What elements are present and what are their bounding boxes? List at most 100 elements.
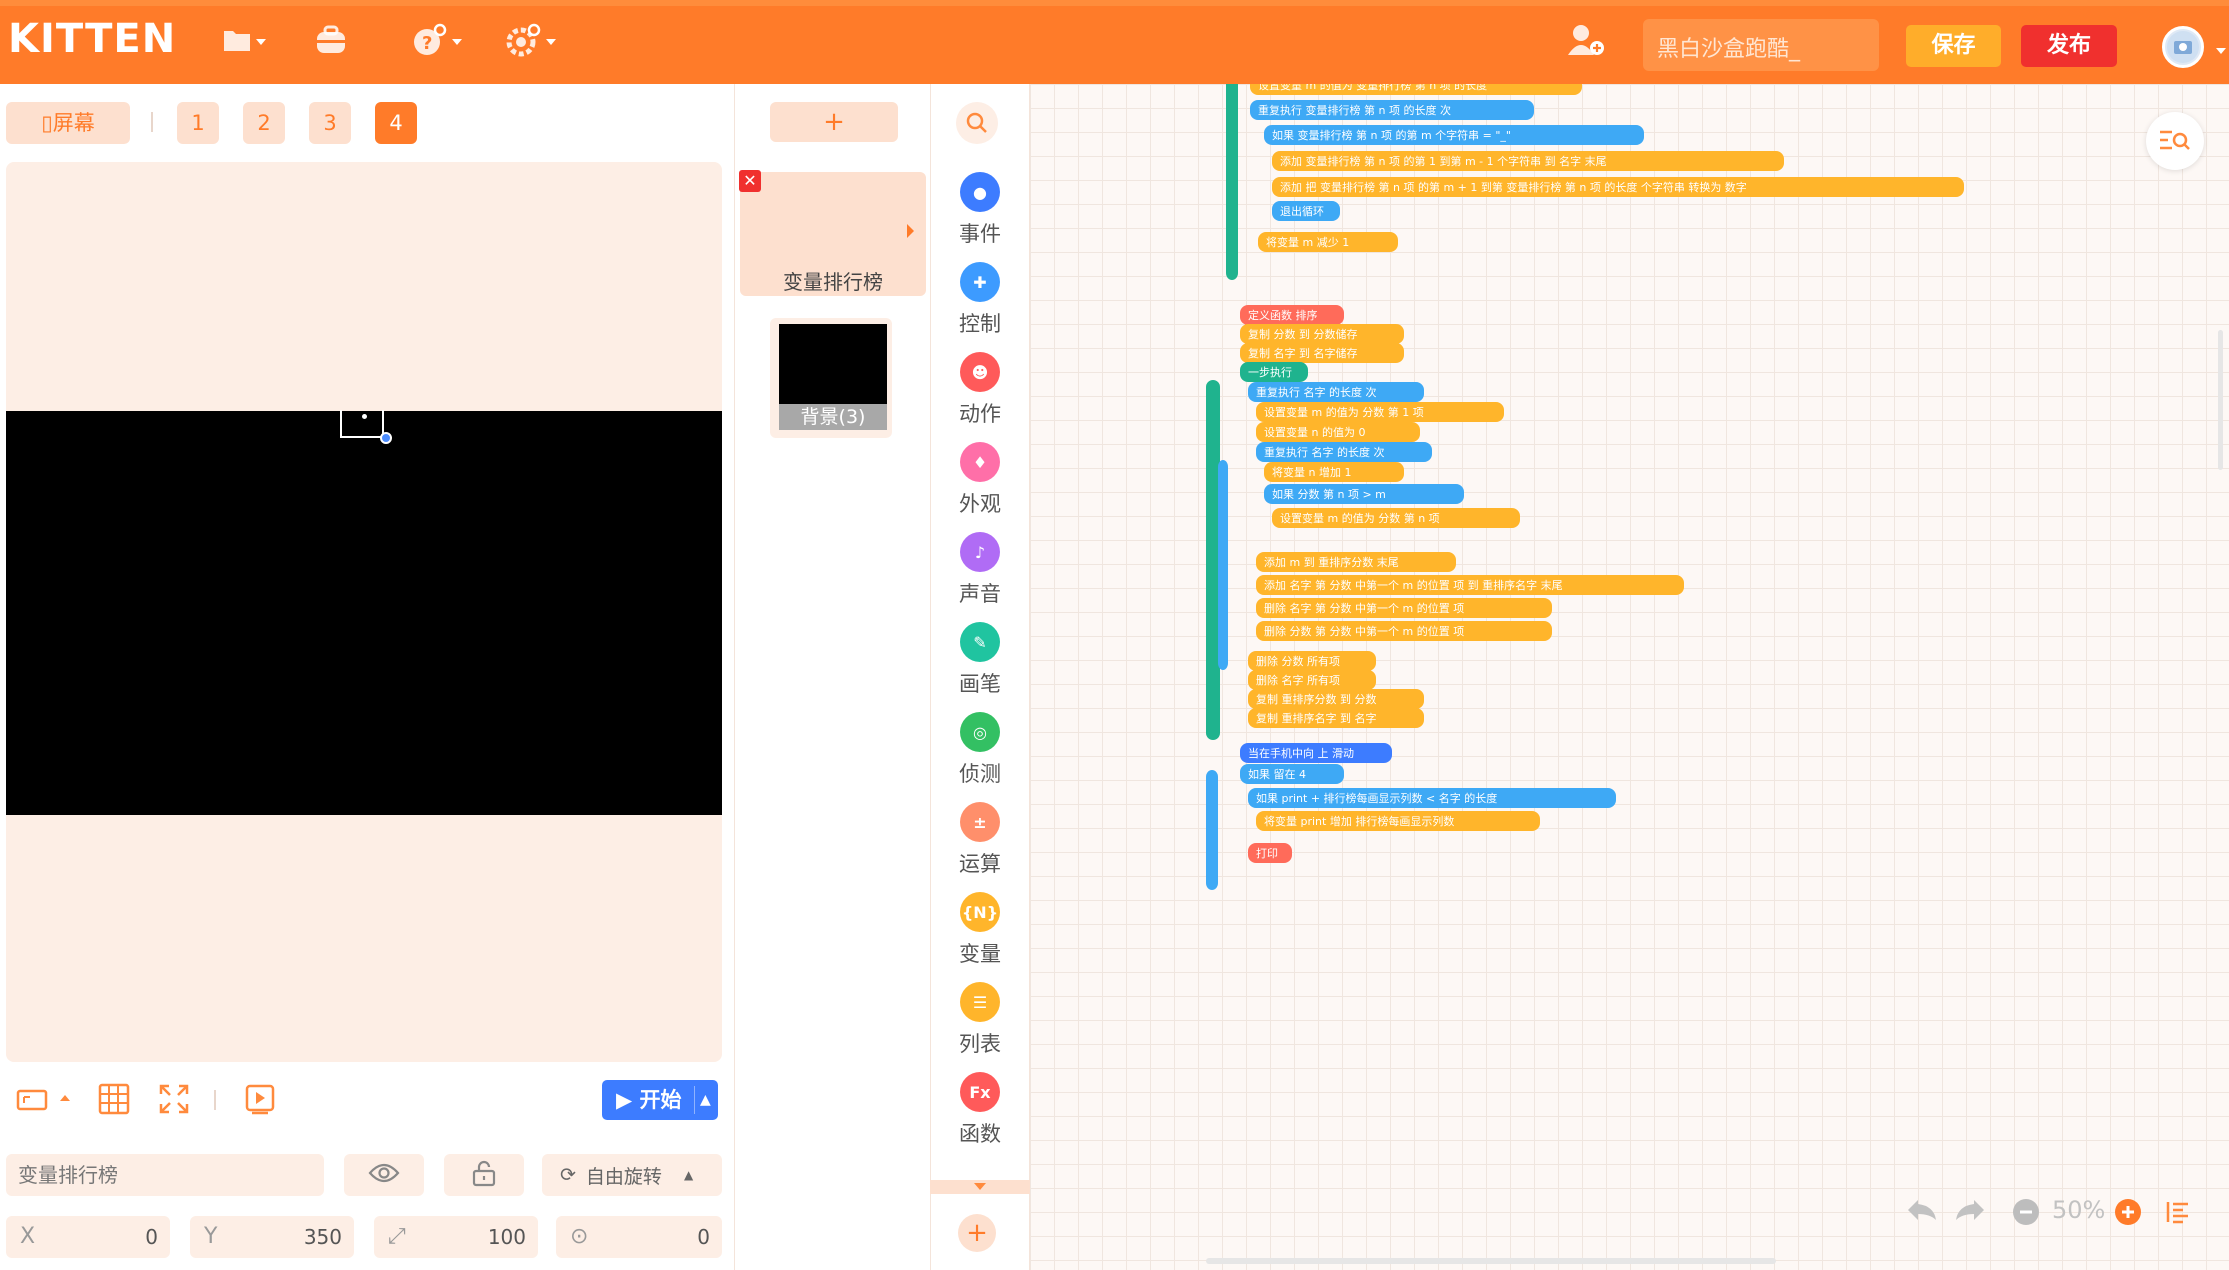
code-block[interactable]: 如果 变量排行榜 第 n 项 的第 m 个字符串 = "_" <box>1264 125 1644 145</box>
gamepad-icon: ✚ <box>960 262 1000 302</box>
size-field[interactable]: ⤢ 100 <box>374 1216 538 1258</box>
code-workspace[interactable]: 将变量 n 增加 1 设置变量 m 的值为 变量排行榜 第 n 项 的长度重复执行… <box>1030 84 2229 1270</box>
zoom-in-button[interactable] <box>2114 1198 2142 1230</box>
start-button[interactable]: ▶ 开始 ▲ <box>602 1080 718 1120</box>
code-block[interactable]: 一步执行 <box>1240 362 1308 382</box>
vertical-scrollbar[interactable] <box>2218 330 2223 470</box>
sprite-card[interactable]: ✕ 变量排行榜 <box>739 170 926 296</box>
save-button[interactable]: 保存 <box>1906 25 2001 67</box>
code-block[interactable]: 如果 分数 第 n 项 > m <box>1264 484 1464 504</box>
preview-button[interactable] <box>244 1083 276 1119</box>
code-block[interactable]: 设置变量 m 的值为 分数 第 n 项 <box>1272 508 1520 528</box>
code-block[interactable]: 复制 重排序名字 到 名字 <box>1248 708 1424 728</box>
category-list[interactable]: ☰ 列表 <box>930 982 1030 1058</box>
category-gamepad[interactable]: ✚ 控制 <box>930 262 1030 338</box>
code-block[interactable]: 删除 名字 第 分数 中第一个 m 的位置 项 <box>1256 598 1552 618</box>
add-extension-button[interactable]: + <box>958 1214 996 1252</box>
zoom-level: 50% <box>2052 1196 2106 1224</box>
code-block[interactable]: 删除 名字 所有项 <box>1248 670 1376 690</box>
x-field[interactable]: X 0 <box>6 1216 170 1258</box>
undo-button[interactable] <box>1906 1196 1938 1228</box>
category-function[interactable]: Fx 函数 <box>930 1072 1030 1148</box>
category-scroll-down[interactable] <box>930 1180 1030 1194</box>
block-text: 将变量 print 增加 排行榜每画显示列数 <box>1264 814 1454 828</box>
undo-icon <box>1908 1200 1936 1220</box>
code-block[interactable]: 重复执行 名字 的长度 次 <box>1256 442 1432 462</box>
category-ghost[interactable]: ☻ 动作 <box>930 352 1030 428</box>
arrange-blocks-button[interactable] <box>2164 1198 2192 1230</box>
screen-tab-3[interactable]: 3 <box>309 102 351 144</box>
category-pen[interactable]: ✎ 画笔 <box>930 622 1030 698</box>
chevron-right-icon[interactable] <box>907 224 914 238</box>
code-block[interactable]: 定义函数 排序 <box>1240 305 1344 325</box>
settings-menu-button[interactable] <box>506 20 556 60</box>
code-block[interactable]: 将变量 n 增加 1 <box>1264 462 1404 482</box>
project-name-input[interactable]: 黑白沙盒跑酷_ <box>1643 19 1879 71</box>
stage-size-button[interactable] <box>16 1083 72 1119</box>
visibility-toggle[interactable] <box>344 1154 424 1196</box>
lock-toggle[interactable] <box>444 1154 524 1196</box>
code-block[interactable]: 删除 分数 第 分数 中第一个 m 的位置 项 <box>1256 621 1552 641</box>
fullscreen-button[interactable] <box>158 1083 190 1119</box>
code-block[interactable]: 当在手机中向 上 滑动 <box>1240 743 1392 763</box>
code-block[interactable]: 设置变量 m 的值为 分数 第 1 项 <box>1256 402 1504 422</box>
category-var[interactable]: {N} 变量 <box>930 892 1030 968</box>
collaborate-button[interactable] <box>1566 20 1606 60</box>
code-block[interactable]: 重复执行 变量排行榜 第 n 项 的长度 次 <box>1250 100 1534 120</box>
delete-icon[interactable]: ✕ <box>739 170 761 192</box>
redo-button[interactable] <box>1954 1196 1986 1228</box>
code-block[interactable]: 如果 留在 4 <box>1240 764 1344 784</box>
code-block[interactable]: 添加 名字 第 分数 中第一个 m 的位置 项 到 重排序名字 末尾 <box>1256 575 1684 595</box>
chevron-down-icon[interactable] <box>2216 48 2226 54</box>
horizontal-scrollbar[interactable] <box>1206 1258 1776 1264</box>
help-menu-button[interactable]: ? <box>412 20 462 60</box>
add-sprite-button[interactable]: + <box>770 102 898 142</box>
block-script-canvas[interactable]: 将变量 n 增加 1 设置变量 m 的值为 变量排行榜 第 n 项 的长度重复执行… <box>1030 84 2229 1270</box>
code-search-button[interactable] <box>2146 112 2204 170</box>
screen-toggle-button[interactable]: ▯屏幕 <box>6 102 130 144</box>
code-block[interactable]: 如果 print + 排行榜每画显示列数 < 名字 的长度 <box>1248 788 1616 808</box>
code-block[interactable]: 复制 名字 到 名字储存 <box>1240 343 1404 363</box>
rotation-mode-select[interactable]: ⟳ 自由旋转 ▲ <box>542 1154 722 1196</box>
screen-tab-2[interactable]: 2 <box>243 102 285 144</box>
block-search-button[interactable] <box>956 102 998 144</box>
screen-tab-4[interactable]: 4 <box>375 102 417 144</box>
code-block[interactable]: 将变量 m 减少 1 <box>1258 232 1398 252</box>
code-block[interactable]: 打印 <box>1248 843 1292 863</box>
code-block[interactable]: 添加 把 变量排行榜 第 n 项 的第 m + 1 到第 变量排行榜 第 n 项… <box>1272 177 1964 197</box>
avatar[interactable] <box>2162 26 2204 68</box>
category-detect[interactable]: ◎ 侦测 <box>930 712 1030 788</box>
block-text: 添加 名字 第 分数 中第一个 m 的位置 项 到 重排序名字 末尾 <box>1264 578 1563 592</box>
direction-field[interactable]: ⊙ 0 <box>556 1216 722 1258</box>
category-music[interactable]: ♪ 声音 <box>930 532 1030 608</box>
grid-toggle-button[interactable] <box>98 1083 130 1119</box>
direction-icon: ⊙ <box>570 1224 589 1249</box>
code-block[interactable]: 退出循环 <box>1272 201 1340 221</box>
rotate-handle[interactable] <box>380 432 392 444</box>
stage-canvas[interactable] <box>6 411 722 815</box>
category-shirt[interactable]: ♦ 外观 <box>930 442 1030 518</box>
code-block[interactable]: 添加 m 到 重排序分数 末尾 <box>1256 552 1456 572</box>
app-logo[interactable]: KITTEN <box>8 16 176 62</box>
code-block[interactable]: 复制 重排序分数 到 分数 <box>1248 689 1424 709</box>
backpack-button[interactable] <box>314 20 348 60</box>
category-math[interactable]: ± 运算 <box>930 802 1030 878</box>
category-toggle[interactable]: ● 事件 <box>930 172 1030 248</box>
script-stack-bar <box>1226 84 1238 280</box>
code-block[interactable]: 设置变量 m 的值为 变量排行榜 第 n 项 的长度 <box>1250 84 1582 95</box>
screen-tab-1[interactable]: 1 <box>177 102 219 144</box>
code-block[interactable]: 删除 分数 所有项 <box>1248 651 1376 671</box>
code-block[interactable]: 将变量 print 增加 排行榜每画显示列数 <box>1256 811 1540 831</box>
sprite-name-input[interactable]: 变量排行榜 <box>6 1154 324 1196</box>
chevron-up-icon[interactable]: ▲ <box>700 1080 711 1120</box>
zoom-out-button[interactable] <box>2012 1198 2040 1230</box>
y-field[interactable]: Y 350 <box>190 1216 354 1258</box>
code-block[interactable]: 添加 变量排行榜 第 n 项 的第 1 到第 m - 1 个字符串 到 名字 末… <box>1272 151 1784 171</box>
code-block[interactable]: 设置变量 n 的值为 0 <box>1256 422 1420 442</box>
start-label: 开始 <box>639 1088 682 1112</box>
resize-icon: ⤢ <box>388 1224 406 1249</box>
file-menu-button[interactable] <box>222 20 266 60</box>
code-block[interactable]: 重复执行 名字 的长度 次 <box>1248 382 1424 402</box>
code-block[interactable]: 复制 分数 到 分数储存 <box>1240 324 1404 344</box>
publish-button[interactable]: 发布 <box>2021 25 2117 67</box>
